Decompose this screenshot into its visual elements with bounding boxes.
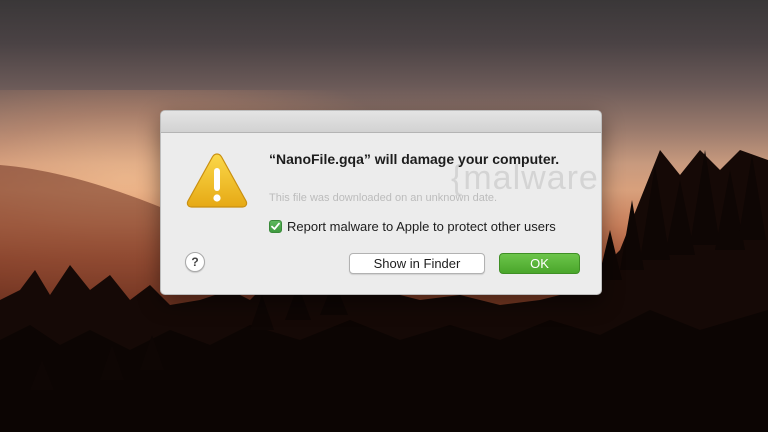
help-button[interactable]: ? bbox=[185, 252, 205, 272]
dialog-subtitle: This file was downloaded on an unknown d… bbox=[269, 192, 498, 204]
report-malware-label: Report malware to Apple to protect other… bbox=[287, 219, 556, 234]
checkmark-icon bbox=[271, 222, 280, 230]
report-malware-checkbox[interactable] bbox=[269, 220, 282, 233]
show-in-finder-button[interactable]: Show in Finder bbox=[349, 253, 485, 274]
report-malware-option[interactable]: Report malware to Apple to protect other… bbox=[269, 219, 556, 234]
malware-alert-dialog: {malware “NanoFile.gqa” will damage your… bbox=[160, 110, 602, 295]
desktop-background: {malware “NanoFile.gqa” will damage your… bbox=[0, 0, 768, 432]
dialog-title: “NanoFile.gqa” will damage your computer… bbox=[269, 151, 560, 167]
ok-button[interactable]: OK bbox=[499, 253, 580, 274]
dialog-titlebar[interactable] bbox=[161, 111, 601, 133]
warning-triangle-icon bbox=[186, 153, 248, 208]
